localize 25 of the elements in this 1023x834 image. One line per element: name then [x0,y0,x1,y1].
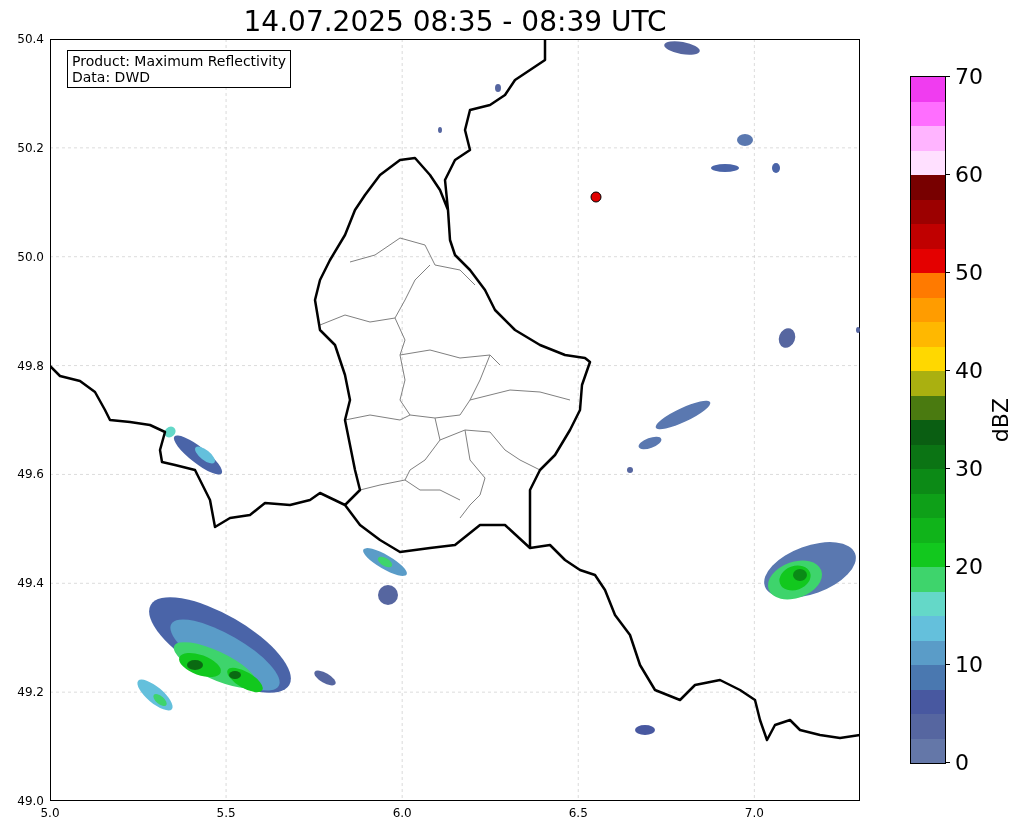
colorbar-tick-label: 70 [945,65,983,89]
x-tick-label: 7.0 [744,806,764,820]
y-tick-label: 49.0 [17,794,44,808]
x-tick-label: 5.0 [40,806,60,820]
y-tick-label: 49.2 [17,685,44,700]
y-tick-label: 50.4 [17,32,44,46]
colorbar-tick-label: 30 [945,457,983,481]
y-tick-label: 49.6 [17,467,44,482]
y-tick-label: 50.0 [17,249,44,264]
info-text: Data: DWD [72,69,151,85]
x-tick-label: 6.5 [568,806,588,820]
chart-title: 14.07.2025 08:35 - 08:39 UTC [242,4,668,39]
y-tick-label: 49.8 [17,358,44,373]
colorbar-tick-label: 20 [945,555,983,579]
y-tick-label: 50.2 [17,140,44,155]
x-tick-label: 5.5 [216,806,236,820]
y-tick-label: 49.4 [17,576,44,591]
colorbar-tick-label: 0 [945,751,969,775]
colorbar-tick-label: 10 [945,653,983,677]
colorbar-tick-label: 40 [945,359,983,383]
colorbar-tick-label: 60 [945,163,983,187]
colorbar-label: dBZ [989,398,1013,443]
x-tick-label: 6.0 [392,806,412,820]
colorbar-tick-label: 50 [945,261,983,285]
info-text: Product: Maximum Reflectivity [72,53,286,69]
